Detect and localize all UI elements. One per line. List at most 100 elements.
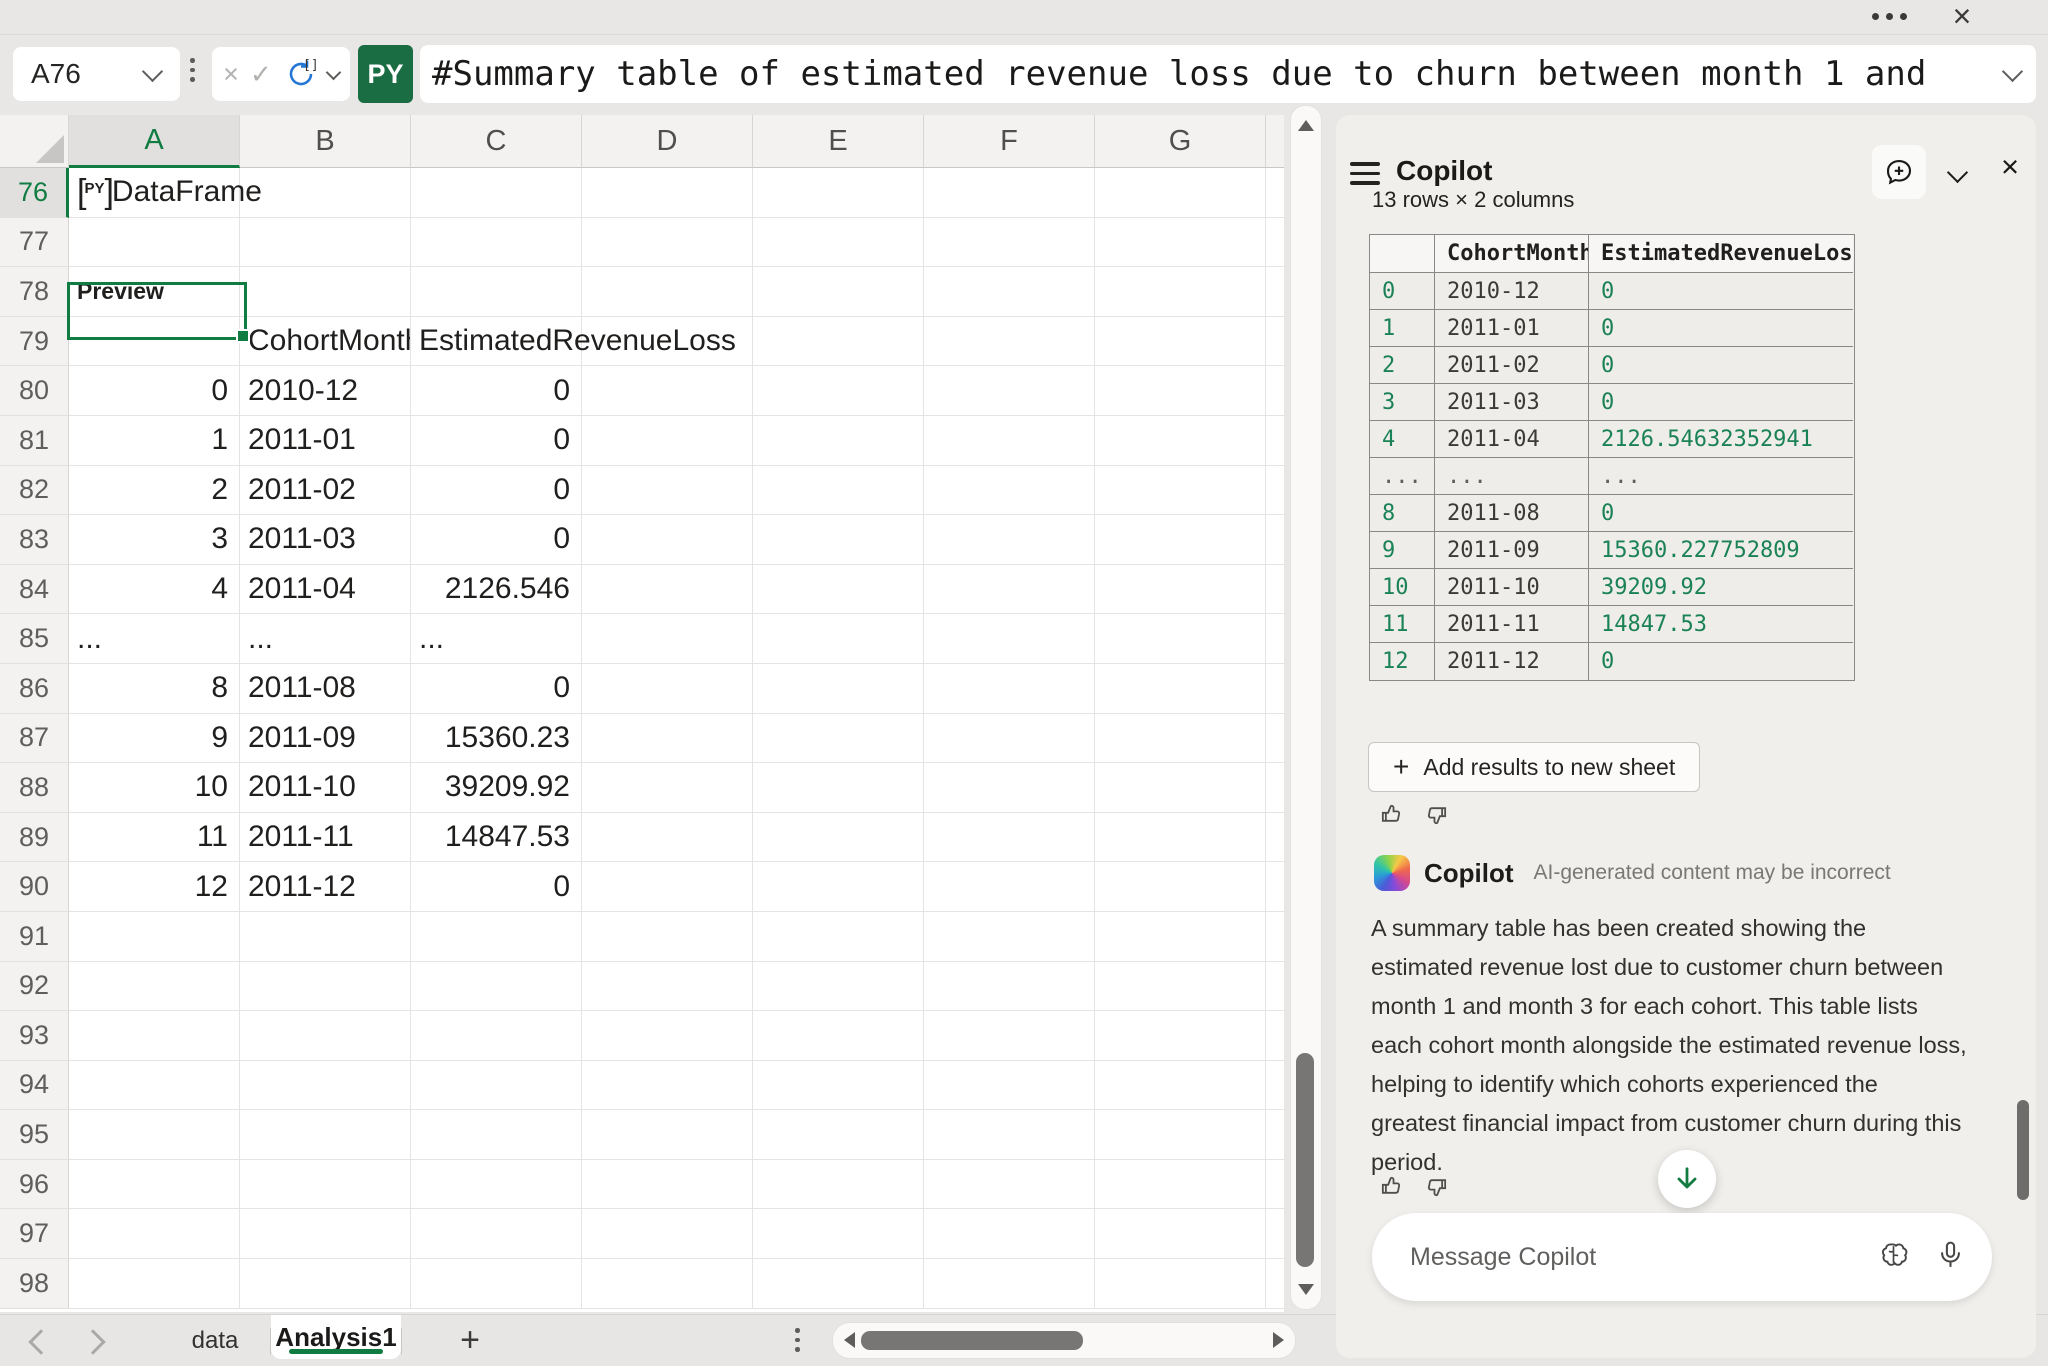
sheet-options-dots-icon[interactable] [795, 1328, 800, 1352]
cell-D83[interactable] [582, 515, 753, 565]
cell-B96[interactable] [240, 1160, 411, 1210]
cell-F78[interactable] [924, 267, 1095, 317]
cell-E87[interactable] [753, 714, 924, 764]
cell-A95[interactable] [69, 1110, 240, 1160]
column-header-A[interactable]: A [69, 115, 240, 168]
cell-E92[interactable] [753, 962, 924, 1012]
row-header-86[interactable]: 86 [0, 664, 69, 714]
row-header-92[interactable]: 92 [0, 962, 69, 1012]
brain-icon[interactable] [1878, 1239, 1909, 1275]
cell-A88[interactable]: 10 [69, 763, 240, 813]
cell-D78[interactable] [582, 267, 753, 317]
cell-E97[interactable] [753, 1209, 924, 1259]
cell-G89[interactable] [1095, 813, 1266, 863]
thumbs-down-icon[interactable] [1423, 801, 1450, 828]
cell-F98[interactable] [924, 1259, 1095, 1309]
row-header-78[interactable]: 78 [0, 267, 69, 317]
cell-G85[interactable] [1095, 614, 1266, 664]
cell-A97[interactable] [69, 1209, 240, 1259]
row-header-94[interactable]: 94 [0, 1061, 69, 1111]
cell-G88[interactable] [1095, 763, 1266, 813]
row-header-88[interactable]: 88 [0, 763, 69, 813]
row-header-84[interactable]: 84 [0, 565, 69, 615]
cell-B94[interactable] [240, 1061, 411, 1111]
row-header-82[interactable]: 82 [0, 466, 69, 516]
collapse-panel-icon[interactable] [1950, 165, 1965, 185]
cell-D92[interactable] [582, 962, 753, 1012]
row-header-76[interactable]: 76 [0, 168, 69, 218]
cell-G86[interactable] [1095, 664, 1266, 714]
vertical-dots-icon[interactable] [190, 58, 195, 82]
tab-data[interactable]: data [160, 1315, 270, 1366]
cell-A92[interactable] [69, 962, 240, 1012]
cell-B78[interactable] [240, 267, 411, 317]
next-sheet-icon[interactable] [80, 1329, 105, 1354]
formula-input[interactable]: #Summary table of estimated revenue loss… [420, 45, 2036, 103]
prev-sheet-icon[interactable] [28, 1329, 53, 1354]
cell-E89[interactable] [753, 813, 924, 863]
cell-D88[interactable] [582, 763, 753, 813]
cell-C95[interactable] [411, 1110, 582, 1160]
cell-A77[interactable] [69, 218, 240, 268]
cell-A78[interactable]: Preview [69, 267, 240, 317]
row-header-77[interactable]: 77 [0, 218, 69, 268]
cell-E90[interactable] [753, 862, 924, 912]
cell-F95[interactable] [924, 1110, 1095, 1160]
chevron-down-icon[interactable] [142, 60, 163, 81]
cell-B93[interactable] [240, 1011, 411, 1061]
cell-E93[interactable] [753, 1011, 924, 1061]
name-box[interactable]: A76 [13, 47, 180, 101]
cell-C92[interactable] [411, 962, 582, 1012]
cell-G93[interactable] [1095, 1011, 1266, 1061]
copilot-message-input[interactable] [1408, 1242, 1878, 1273]
vertical-scrollbar[interactable] [1290, 105, 1322, 1310]
cell-B95[interactable] [240, 1110, 411, 1160]
cell-G82[interactable] [1095, 466, 1266, 516]
cell-A82[interactable]: 2 [69, 466, 240, 516]
cell-D93[interactable] [582, 1011, 753, 1061]
column-header-F[interactable]: F [924, 115, 1095, 168]
cell-E79[interactable] [753, 317, 924, 367]
thumbs-up-icon[interactable] [1378, 1173, 1405, 1200]
cell-C91[interactable] [411, 912, 582, 962]
row-header-81[interactable]: 81 [0, 416, 69, 466]
thumbs-up-icon[interactable] [1378, 801, 1405, 828]
cell-B88[interactable]: 2011-10 [240, 763, 411, 813]
cell-D95[interactable] [582, 1110, 753, 1160]
cell-E76[interactable] [753, 168, 924, 218]
horizontal-scrollbar[interactable] [832, 1322, 1296, 1359]
cell-C76[interactable] [411, 168, 582, 218]
cell-B80[interactable]: 2010-12 [240, 366, 411, 416]
row-header-90[interactable]: 90 [0, 862, 69, 912]
cell-G80[interactable] [1095, 366, 1266, 416]
cell-C79[interactable]: EstimatedRevenueLoss [411, 317, 582, 367]
cell-G97[interactable] [1095, 1209, 1266, 1259]
cell-C85[interactable]: ... [411, 614, 582, 664]
microphone-icon[interactable] [1935, 1239, 1966, 1275]
cell-G90[interactable] [1095, 862, 1266, 912]
cell-C94[interactable] [411, 1061, 582, 1111]
more-options-icon[interactable] [1872, 13, 1907, 20]
cell-F80[interactable] [924, 366, 1095, 416]
cell-C90[interactable]: 0 [411, 862, 582, 912]
panel-scrollbar-thumb[interactable] [2017, 1100, 2029, 1200]
cell-D94[interactable] [582, 1061, 753, 1111]
cell-G87[interactable] [1095, 714, 1266, 764]
row-header-89[interactable]: 89 [0, 813, 69, 863]
row-header-98[interactable]: 98 [0, 1259, 69, 1309]
cell-E98[interactable] [753, 1259, 924, 1309]
cell-D91[interactable] [582, 912, 753, 962]
add-results-button[interactable]: + Add results to new sheet [1368, 742, 1700, 792]
column-header-C[interactable]: C [411, 115, 582, 168]
cancel-icon[interactable]: × [223, 59, 239, 90]
cell-D85[interactable] [582, 614, 753, 664]
row-header-96[interactable]: 96 [0, 1160, 69, 1210]
cell-B77[interactable] [240, 218, 411, 268]
confirm-icon[interactable]: ✓ [250, 59, 272, 90]
scroll-down-icon[interactable] [1298, 1284, 1314, 1295]
chevron-down-icon[interactable] [326, 64, 342, 80]
cell-G92[interactable] [1095, 962, 1266, 1012]
cell-D77[interactable] [582, 218, 753, 268]
row-header-83[interactable]: 83 [0, 515, 69, 565]
cell-C97[interactable] [411, 1209, 582, 1259]
